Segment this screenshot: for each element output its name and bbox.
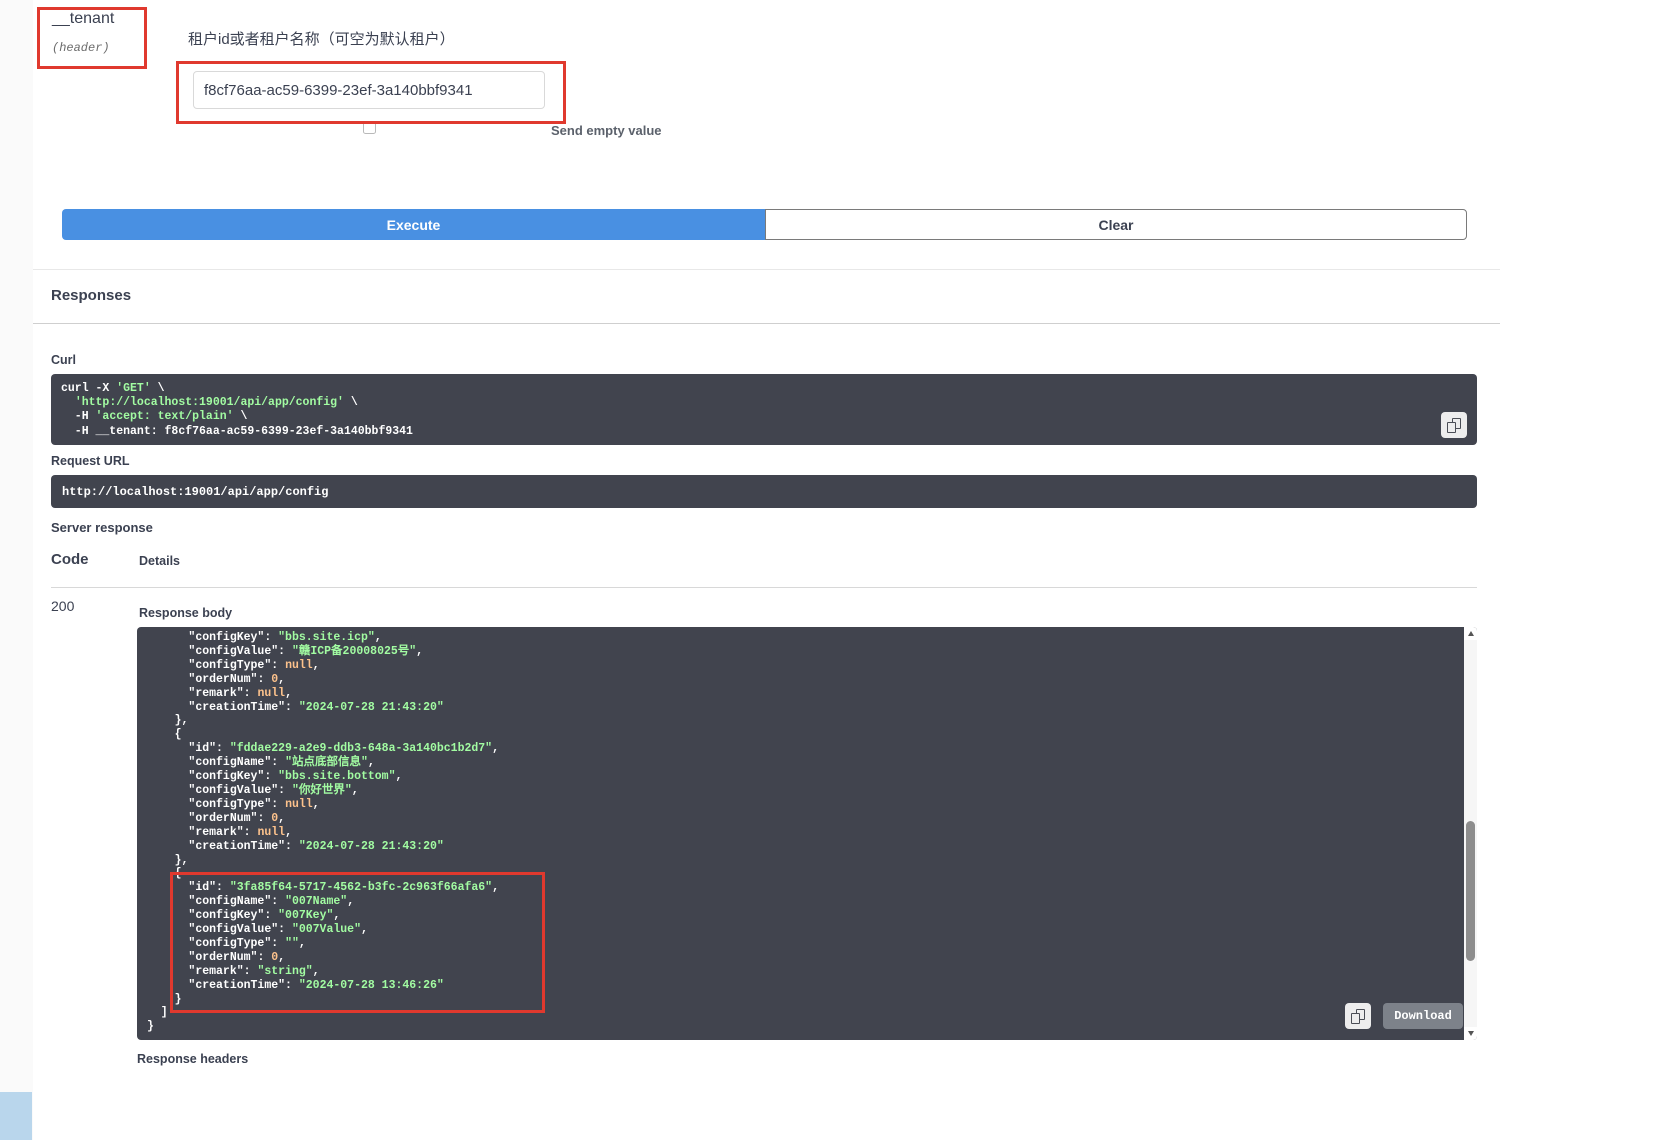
code-line: -H 'accept: text/plain' \ bbox=[61, 410, 1467, 424]
responses-title: Responses bbox=[51, 287, 131, 304]
code-line: "configKey": "bbs.site.bottom", bbox=[147, 770, 1467, 784]
copy-to-clipboard-icon[interactable] bbox=[1345, 1003, 1371, 1029]
execute-button[interactable]: Execute bbox=[62, 209, 765, 240]
code-line: "orderNum": 0, bbox=[147, 812, 1467, 826]
code-line: "remark": null, bbox=[147, 826, 1467, 840]
code-line: "id": "fddae229-a2e9-ddb3-648a-3a140bc1b… bbox=[147, 742, 1467, 756]
swagger-operation-page: __tenant (header) 租户id或者租户名称（可空为默认租户） Se… bbox=[0, 0, 1667, 1140]
code-line: "creationTime": "2024-07-28 21:43:20" bbox=[147, 701, 1467, 715]
scrollbar-up-arrow-icon[interactable] bbox=[1464, 627, 1477, 640]
clear-button[interactable]: Clear bbox=[765, 209, 1467, 240]
scrollbar-down-arrow-icon[interactable] bbox=[1464, 1027, 1477, 1040]
table-header-divider bbox=[51, 587, 1477, 588]
section-divider bbox=[33, 269, 1500, 270]
status-code: 200 bbox=[51, 598, 74, 614]
annotation-box-tenant-input bbox=[176, 61, 566, 124]
code-column-header: Code bbox=[51, 551, 89, 568]
page-left-margin bbox=[0, 0, 33, 1140]
code-line: 'http://localhost:19001/api/app/config' … bbox=[61, 396, 1467, 410]
curl-command-block: curl -X 'GET' \ 'http://localhost:19001/… bbox=[51, 374, 1477, 445]
code-line: "configType": null, bbox=[147, 798, 1467, 812]
response-body-scrollbar[interactable] bbox=[1464, 627, 1477, 1040]
scrollbar-thumb[interactable] bbox=[1466, 821, 1475, 961]
clipboard-icon bbox=[1447, 418, 1461, 433]
response-body-label: Response body bbox=[139, 606, 232, 620]
request-url-label: Request URL bbox=[51, 454, 129, 468]
details-column-header: Details bbox=[139, 554, 180, 568]
code-line: "creationTime": "2024-07-28 21:43:20" bbox=[147, 840, 1467, 854]
page-corner-artifact bbox=[0, 1092, 32, 1140]
request-url-value: http://localhost:19001/api/app/config bbox=[62, 485, 328, 499]
code-line: "configValue": "你好世界", bbox=[147, 784, 1467, 798]
annotation-box-parameter-name bbox=[37, 7, 147, 69]
code-line: curl -X 'GET' \ bbox=[61, 382, 1467, 396]
code-line: } bbox=[147, 1020, 1467, 1034]
curl-label: Curl bbox=[51, 353, 76, 367]
response-headers-label: Response headers bbox=[137, 1052, 248, 1066]
parameter-description: 租户id或者租户名称（可空为默认租户） bbox=[188, 28, 455, 49]
copy-to-clipboard-icon[interactable] bbox=[1441, 412, 1467, 438]
code-line: "configType": null, bbox=[147, 659, 1467, 673]
code-line: "remark": null, bbox=[147, 687, 1467, 701]
code-line: }, bbox=[147, 714, 1467, 728]
code-line: "configValue": "赣ICP备20008025号", bbox=[147, 645, 1467, 659]
code-line: "configKey": "bbs.site.icp", bbox=[147, 631, 1467, 645]
curl-command-text: curl -X 'GET' \ 'http://localhost:19001/… bbox=[51, 374, 1477, 447]
code-line: -H __tenant: f8cf76aa-ac59-6399-23ef-3a1… bbox=[61, 425, 1467, 439]
code-line: "configName": "站点底部信息", bbox=[147, 756, 1467, 770]
request-url-block: http://localhost:19001/api/app/config bbox=[51, 475, 1477, 508]
responses-divider bbox=[33, 323, 1500, 324]
server-response-label: Server response bbox=[51, 520, 153, 535]
download-button[interactable]: Download bbox=[1383, 1003, 1463, 1029]
annotation-box-json-object bbox=[170, 872, 545, 1013]
send-empty-value-label: Send empty value bbox=[551, 123, 662, 138]
code-line: { bbox=[147, 728, 1467, 742]
clipboard-icon bbox=[1351, 1009, 1365, 1024]
code-line: "orderNum": 0, bbox=[147, 673, 1467, 687]
code-line: }, bbox=[147, 854, 1467, 868]
